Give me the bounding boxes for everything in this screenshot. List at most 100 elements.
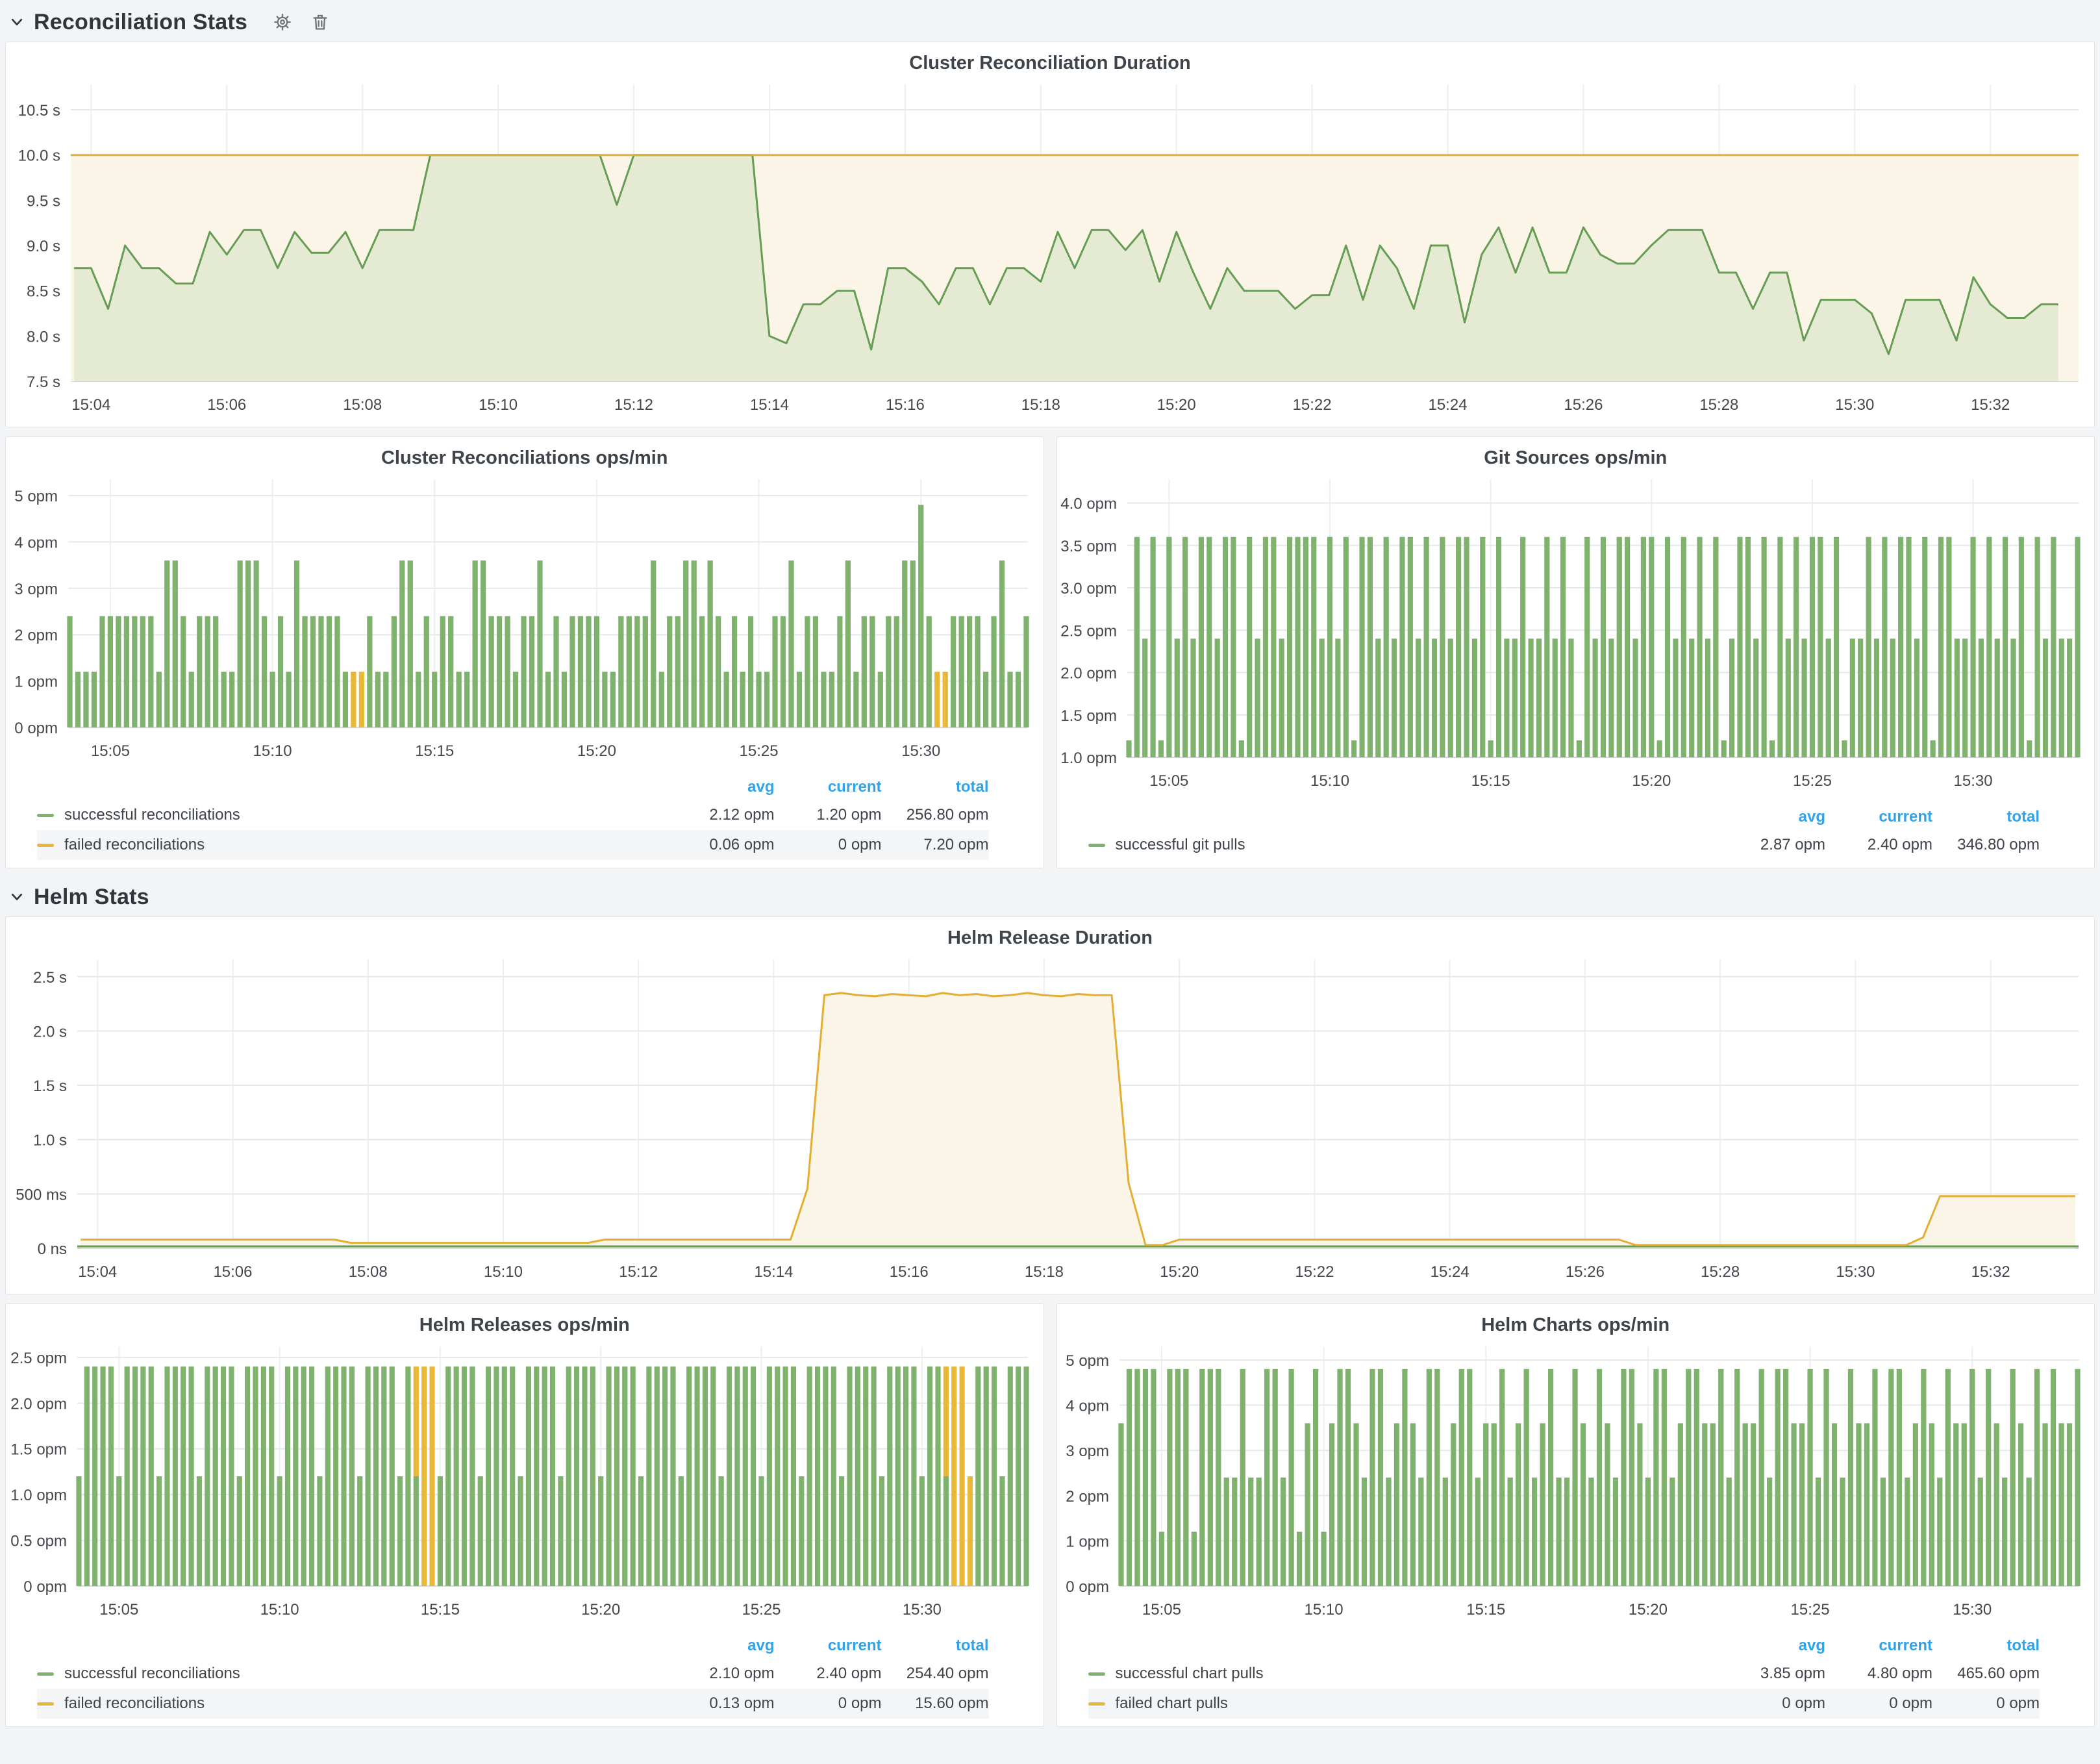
- legend-col-total[interactable]: total: [882, 1637, 989, 1655]
- panel-title[interactable]: Cluster Reconciliations ops/min: [6, 437, 1044, 470]
- svg-text:1 opm: 1 opm: [1066, 1533, 1109, 1550]
- helm-release-duration-canvas[interactable]: 15:0415:0615:0815:1015:1215:1415:1615:18…: [6, 950, 2094, 1294]
- series-label[interactable]: failed reconciliations: [64, 836, 205, 854]
- svg-text:15:04: 15:04: [78, 1263, 117, 1281]
- series-swatch-green: [37, 1672, 54, 1676]
- svg-text:9.5 s: 9.5 s: [27, 192, 60, 210]
- gear-icon[interactable]: [273, 13, 292, 31]
- series-label[interactable]: successful reconciliations: [64, 806, 240, 824]
- legend-row-successful-reconciliations: successful reconciliations 2.10 opm 2.40…: [37, 1659, 989, 1689]
- legend-col-total[interactable]: total: [882, 778, 989, 796]
- legend-row-failed-chart-pulls: failed chart pulls 0 opm 0 opm 0 opm: [1088, 1689, 2040, 1719]
- svg-text:5 opm: 5 opm: [14, 488, 58, 505]
- svg-text:500 ms: 500 ms: [16, 1186, 67, 1203]
- stat-avg: 2.12 opm: [668, 806, 775, 824]
- svg-text:1.0 opm: 1.0 opm: [1060, 750, 1117, 767]
- panel-title[interactable]: Cluster Reconciliation Duration: [6, 42, 2094, 75]
- svg-text:15:14: 15:14: [754, 1263, 793, 1281]
- legend-row-successful-chart-pulls: successful chart pulls 3.85 opm 4.80 opm…: [1088, 1659, 2040, 1689]
- panel-title[interactable]: Helm Releases ops/min: [6, 1304, 1044, 1337]
- stat-avg: 3.85 opm: [1718, 1665, 1825, 1683]
- svg-text:3 opm: 3 opm: [1066, 1443, 1109, 1460]
- legend-row-successful-git-pulls: successful git pulls 2.87 opm 2.40 opm 3…: [1088, 830, 2040, 860]
- trash-icon[interactable]: [311, 13, 329, 31]
- svg-text:15:14: 15:14: [750, 396, 789, 414]
- cluster-reconciliation-duration-canvas[interactable]: 15:0415:0615:0815:1015:1215:1415:1615:18…: [6, 75, 2094, 427]
- svg-text:7.5 s: 7.5 s: [27, 373, 60, 391]
- series-swatch-green: [1088, 844, 1105, 847]
- series-label[interactable]: successful reconciliations: [64, 1665, 240, 1683]
- panel-title[interactable]: Git Sources ops/min: [1057, 437, 2095, 470]
- legend-col-avg[interactable]: avg: [668, 778, 775, 796]
- svg-text:15:20: 15:20: [577, 742, 616, 760]
- legend-col-avg[interactable]: avg: [668, 1637, 775, 1655]
- svg-text:15:20: 15:20: [1160, 1263, 1199, 1281]
- bars: [76, 1367, 1029, 1586]
- svg-text:15:10: 15:10: [260, 1601, 299, 1619]
- stat-total: 256.80 opm: [882, 806, 989, 824]
- svg-text:15:10: 15:10: [1310, 772, 1349, 790]
- series-label[interactable]: successful git pulls: [1116, 836, 1245, 854]
- section-title[interactable]: Helm Stats: [34, 885, 149, 910]
- section-header-reconciliation-stats[interactable]: Reconciliation Stats: [0, 0, 2100, 42]
- svg-text:15:26: 15:26: [1566, 1263, 1605, 1281]
- svg-text:15:22: 15:22: [1295, 1263, 1334, 1281]
- svg-text:15:30: 15:30: [901, 742, 940, 760]
- svg-text:1.0 opm: 1.0 opm: [10, 1487, 67, 1504]
- legend-row-successful-reconciliations: successful reconciliations 2.12 opm 1.20…: [37, 800, 989, 830]
- helm-releases-ops-canvas[interactable]: 15:0515:1015:1515:2015:2515:300 opm0.5 o…: [6, 1337, 1044, 1632]
- section-title[interactable]: Reconciliation Stats: [34, 10, 247, 35]
- stat-total: 7.20 opm: [882, 836, 989, 854]
- chevron-down-icon[interactable]: [9, 889, 25, 905]
- series-label[interactable]: successful chart pulls: [1116, 1665, 1264, 1683]
- legend-col-avg[interactable]: avg: [1718, 808, 1825, 826]
- svg-text:4 opm: 4 opm: [14, 534, 58, 551]
- stat-current: 4.80 opm: [1825, 1665, 1932, 1683]
- legend-col-current[interactable]: current: [1825, 808, 1932, 826]
- legend-col-current[interactable]: current: [775, 778, 882, 796]
- svg-text:2 opm: 2 opm: [14, 627, 58, 644]
- bars: [1118, 1369, 2080, 1586]
- stat-current: 1.20 opm: [775, 806, 882, 824]
- legend-col-current[interactable]: current: [775, 1637, 882, 1655]
- legend-col-avg[interactable]: avg: [1718, 1637, 1825, 1655]
- series-label[interactable]: failed reconciliations: [64, 1695, 205, 1713]
- svg-text:15:25: 15:25: [1790, 1601, 1829, 1619]
- svg-text:2.5 opm: 2.5 opm: [10, 1350, 67, 1367]
- svg-text:1.5 opm: 1.5 opm: [10, 1441, 67, 1459]
- series-swatch-green: [37, 814, 54, 817]
- legend-row-failed-reconciliations: failed reconciliations 0.06 opm 0 opm 7.…: [37, 830, 989, 860]
- svg-text:3.0 opm: 3.0 opm: [1060, 580, 1117, 598]
- panel-git-sources-ops: Git Sources ops/min 15:0515:1015:1515:20…: [1056, 436, 2095, 868]
- git-sources-ops-canvas[interactable]: 15:0515:1015:1515:2015:2515:301.0 opm1.5…: [1057, 470, 2095, 803]
- stat-total: 346.80 opm: [1932, 836, 2040, 854]
- legend-col-total[interactable]: total: [1932, 808, 2040, 826]
- series-swatch-orange: [37, 844, 54, 847]
- svg-text:15:30: 15:30: [1835, 396, 1874, 414]
- svg-text:10.0 s: 10.0 s: [18, 147, 60, 165]
- svg-text:3.5 opm: 3.5 opm: [1060, 538, 1117, 555]
- panel-title[interactable]: Helm Charts ops/min: [1057, 1304, 2095, 1337]
- svg-text:1 opm: 1 opm: [14, 674, 58, 691]
- svg-text:0 opm: 0 opm: [23, 1578, 67, 1596]
- helm-charts-ops-canvas[interactable]: 15:0515:1015:1515:2015:2515:300 opm1 opm…: [1057, 1337, 2095, 1632]
- svg-text:0.5 opm: 0.5 opm: [10, 1533, 67, 1550]
- cluster-reconciliations-ops-canvas[interactable]: 15:0515:1015:1515:2015:2515:300 opm1 opm…: [6, 470, 1044, 773]
- chevron-down-icon[interactable]: [9, 14, 25, 30]
- panel-helm-charts-ops: Helm Charts ops/min 15:0515:1015:1515:20…: [1056, 1304, 2095, 1727]
- cluster-reconciliation-duration-svg: 15:0415:0615:0815:1015:1215:1415:1615:18…: [6, 75, 2094, 427]
- section-header-helm-stats[interactable]: Helm Stats: [0, 875, 2100, 916]
- legend-col-total[interactable]: total: [1932, 1637, 2040, 1655]
- stat-total: 254.40 opm: [882, 1665, 989, 1683]
- legend-col-current[interactable]: current: [1825, 1637, 1932, 1655]
- svg-text:0 ns: 0 ns: [38, 1241, 67, 1258]
- svg-text:2 opm: 2 opm: [1066, 1488, 1109, 1506]
- svg-text:15:10: 15:10: [479, 396, 518, 414]
- panel-title[interactable]: Helm Release Duration: [6, 917, 2094, 950]
- series-swatch-green: [1088, 1672, 1105, 1676]
- svg-text:15:16: 15:16: [890, 1263, 929, 1281]
- stat-current: 0 opm: [775, 836, 882, 854]
- bars: [1126, 537, 2080, 757]
- series-label[interactable]: failed chart pulls: [1116, 1695, 1228, 1713]
- legend: avg current total successful reconciliat…: [6, 773, 1044, 868]
